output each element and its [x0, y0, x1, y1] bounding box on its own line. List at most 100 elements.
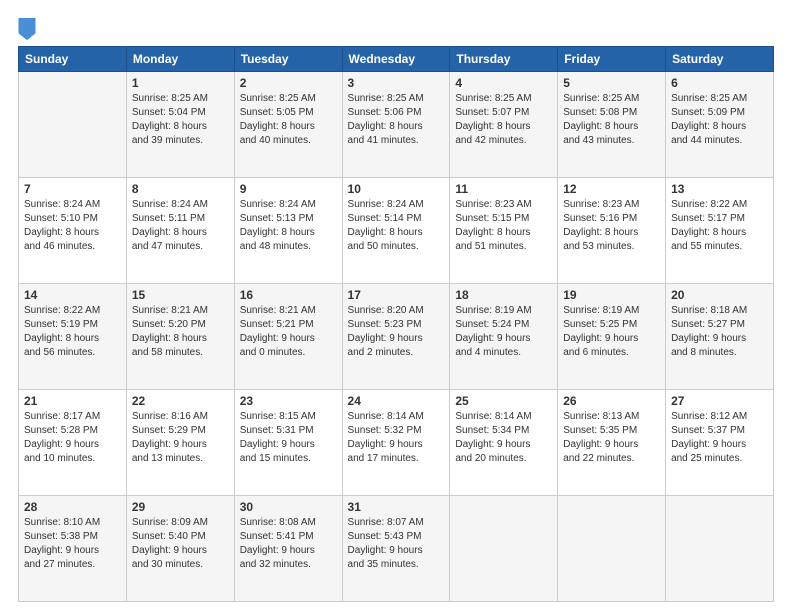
page: SundayMondayTuesdayWednesdayThursdayFrid…	[0, 0, 792, 612]
day-info: Sunrise: 8:20 AM Sunset: 5:23 PM Dayligh…	[348, 304, 445, 360]
day-cell	[558, 496, 666, 602]
day-cell: 21Sunrise: 8:17 AM Sunset: 5:28 PM Dayli…	[19, 390, 127, 496]
day-number: 9	[240, 182, 337, 196]
day-number: 11	[455, 182, 552, 196]
day-cell: 2Sunrise: 8:25 AM Sunset: 5:05 PM Daylig…	[234, 72, 342, 178]
day-number: 16	[240, 288, 337, 302]
day-cell	[450, 496, 558, 602]
day-cell: 18 Sunrise: 8:19 AM Sunset: 5:24 PM Dayli…	[450, 284, 558, 390]
day-cell: 3 Sunrise: 8:25 AM Sunset: 5:06 PM Daylig…	[342, 72, 450, 178]
day-info: Sunrise: 8:23 AM Sunset: 5:16 PM Dayligh…	[563, 198, 660, 254]
day-cell: 8 Sunrise: 8:24 AM Sunset: 5:11 PM Daylig…	[126, 178, 234, 284]
day-cell: 11 Sunrise: 8:23 AM Sunset: 5:15 PM Dayli…	[450, 178, 558, 284]
day-cell: 29 Sunrise: 8:09 AM Sunset: 5:40 PM Dayli…	[126, 496, 234, 602]
day-number: 6	[671, 76, 768, 90]
calendar-header: SundayMondayTuesdayWednesdayThursdayFrid…	[19, 47, 774, 72]
day-info: Sunrise: 8:25 AM Sunset: 5:06 PM Dayligh…	[348, 92, 445, 148]
day-cell: 17 Sunrise: 8:20 AM Sunset: 5:23 PM Dayli…	[342, 284, 450, 390]
day-number: 29	[132, 500, 229, 514]
day-number: 1	[132, 76, 229, 90]
header-day-wednesday: Wednesday	[342, 47, 450, 72]
header-day-saturday: Saturday	[666, 47, 774, 72]
day-info: Sunrise: 8:16 AM Sunset: 5:29 PM Dayligh…	[132, 410, 229, 466]
day-cell: 7 Sunrise: 8:24 AM Sunset: 5:10 PM Daylig…	[19, 178, 127, 284]
day-info: Sunrise: 8:14 AM Sunset: 5:34 PM Dayligh…	[455, 410, 552, 466]
day-cell: 1 Sunrise: 8:25 AM Sunset: 5:04 PM Daylig…	[126, 72, 234, 178]
day-info: Sunrise: 8:13 AM Sunset: 5:35 PM Dayligh…	[563, 410, 660, 466]
day-number: 26	[563, 394, 660, 408]
day-number: 4	[455, 76, 552, 90]
day-info: Sunrise: 8:24 AM Sunset: 5:11 PM Dayligh…	[132, 198, 229, 254]
header	[18, 18, 774, 40]
day-info: Sunrise: 8:25 AM Sunset: 5:09 PM Dayligh…	[671, 92, 768, 148]
day-cell: 9 Sunrise: 8:24 AM Sunset: 5:13 PM Daylig…	[234, 178, 342, 284]
day-number: 10	[348, 182, 445, 196]
day-cell: 4 Sunrise: 8:25 AM Sunset: 5:07 PM Daylig…	[450, 72, 558, 178]
day-number: 3	[348, 76, 445, 90]
day-cell: 5 Sunrise: 8:25 AM Sunset: 5:08 PM Daylig…	[558, 72, 666, 178]
day-cell: 30Sunrise: 8:08 AM Sunset: 5:41 PM Dayli…	[234, 496, 342, 602]
day-number: 15	[132, 288, 229, 302]
day-info: Sunrise: 8:21 AM Sunset: 5:21 PM Dayligh…	[240, 304, 337, 360]
week-row-5: 28Sunrise: 8:10 AM Sunset: 5:38 PM Dayli…	[19, 496, 774, 602]
day-cell: 28Sunrise: 8:10 AM Sunset: 5:38 PM Dayli…	[19, 496, 127, 602]
header-day-friday: Friday	[558, 47, 666, 72]
day-info: Sunrise: 8:25 AM Sunset: 5:05 PM Dayligh…	[240, 92, 337, 148]
day-number: 22	[132, 394, 229, 408]
day-number: 12	[563, 182, 660, 196]
day-cell: 13 Sunrise: 8:22 AM Sunset: 5:17 PM Dayli…	[666, 178, 774, 284]
day-number: 23	[240, 394, 337, 408]
day-number: 31	[348, 500, 445, 514]
day-cell: 22 Sunrise: 8:16 AM Sunset: 5:29 PM Dayli…	[126, 390, 234, 496]
header-day-sunday: Sunday	[19, 47, 127, 72]
day-cell: 19 Sunrise: 8:19 AM Sunset: 5:25 PM Dayli…	[558, 284, 666, 390]
day-info: Sunrise: 8:22 AM Sunset: 5:17 PM Dayligh…	[671, 198, 768, 254]
day-info: Sunrise: 8:25 AM Sunset: 5:08 PM Dayligh…	[563, 92, 660, 148]
day-info: Sunrise: 8:21 AM Sunset: 5:20 PM Dayligh…	[132, 304, 229, 360]
header-day-thursday: Thursday	[450, 47, 558, 72]
day-number: 14	[24, 288, 121, 302]
day-number: 7	[24, 182, 121, 196]
day-cell: 14Sunrise: 8:22 AM Sunset: 5:19 PM Dayli…	[19, 284, 127, 390]
day-info: Sunrise: 8:12 AM Sunset: 5:37 PM Dayligh…	[671, 410, 768, 466]
day-cell: 6 Sunrise: 8:25 AM Sunset: 5:09 PM Daylig…	[666, 72, 774, 178]
day-number: 5	[563, 76, 660, 90]
day-info: Sunrise: 8:09 AM Sunset: 5:40 PM Dayligh…	[132, 516, 229, 572]
day-cell: 20Sunrise: 8:18 AM Sunset: 5:27 PM Dayli…	[666, 284, 774, 390]
header-row: SundayMondayTuesdayWednesdayThursdayFrid…	[19, 47, 774, 72]
day-cell	[19, 72, 127, 178]
day-number: 13	[671, 182, 768, 196]
day-info: Sunrise: 8:18 AM Sunset: 5:27 PM Dayligh…	[671, 304, 768, 360]
calendar: SundayMondayTuesdayWednesdayThursdayFrid…	[18, 46, 774, 602]
header-day-tuesday: Tuesday	[234, 47, 342, 72]
day-info: Sunrise: 8:23 AM Sunset: 5:15 PM Dayligh…	[455, 198, 552, 254]
logo-icon	[18, 18, 36, 40]
day-info: Sunrise: 8:19 AM Sunset: 5:25 PM Dayligh…	[563, 304, 660, 360]
day-info: Sunrise: 8:19 AM Sunset: 5:24 PM Dayligh…	[455, 304, 552, 360]
day-info: Sunrise: 8:24 AM Sunset: 5:13 PM Dayligh…	[240, 198, 337, 254]
week-row-4: 21Sunrise: 8:17 AM Sunset: 5:28 PM Dayli…	[19, 390, 774, 496]
day-number: 17	[348, 288, 445, 302]
day-cell: 27Sunrise: 8:12 AM Sunset: 5:37 PM Dayli…	[666, 390, 774, 496]
day-info: Sunrise: 8:25 AM Sunset: 5:07 PM Dayligh…	[455, 92, 552, 148]
header-day-monday: Monday	[126, 47, 234, 72]
day-info: Sunrise: 8:17 AM Sunset: 5:28 PM Dayligh…	[24, 410, 121, 466]
day-info: Sunrise: 8:07 AM Sunset: 5:43 PM Dayligh…	[348, 516, 445, 572]
day-number: 24	[348, 394, 445, 408]
day-number: 30	[240, 500, 337, 514]
day-cell: 12 Sunrise: 8:23 AM Sunset: 5:16 PM Dayli…	[558, 178, 666, 284]
day-number: 18	[455, 288, 552, 302]
day-info: Sunrise: 8:24 AM Sunset: 5:14 PM Dayligh…	[348, 198, 445, 254]
day-info: Sunrise: 8:25 AM Sunset: 5:04 PM Dayligh…	[132, 92, 229, 148]
day-number: 8	[132, 182, 229, 196]
calendar-body: 1 Sunrise: 8:25 AM Sunset: 5:04 PM Daylig…	[19, 72, 774, 602]
day-cell: 31 Sunrise: 8:07 AM Sunset: 5:43 PM Dayli…	[342, 496, 450, 602]
day-number: 25	[455, 394, 552, 408]
day-info: Sunrise: 8:24 AM Sunset: 5:10 PM Dayligh…	[24, 198, 121, 254]
day-info: Sunrise: 8:15 AM Sunset: 5:31 PM Dayligh…	[240, 410, 337, 466]
day-number: 28	[24, 500, 121, 514]
day-cell: 25 Sunrise: 8:14 AM Sunset: 5:34 PM Dayli…	[450, 390, 558, 496]
day-cell: 15 Sunrise: 8:21 AM Sunset: 5:20 PM Dayli…	[126, 284, 234, 390]
day-number: 19	[563, 288, 660, 302]
day-cell: 10 Sunrise: 8:24 AM Sunset: 5:14 PM Dayli…	[342, 178, 450, 284]
